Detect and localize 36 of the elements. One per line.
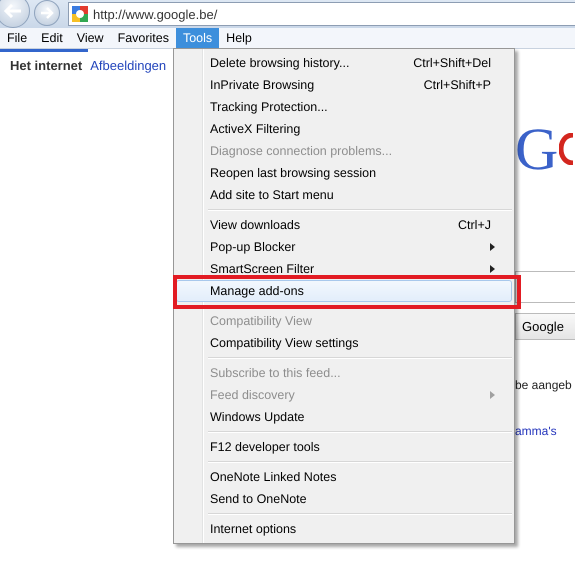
menu-item[interactable]: Compatibility View settings xyxy=(176,332,512,354)
logo-letter-fragment-icon xyxy=(559,133,574,165)
back-button[interactable] xyxy=(0,0,30,28)
search-field[interactable] xyxy=(515,271,575,303)
menu-item[interactable]: Windows Update xyxy=(176,406,512,428)
menu-item[interactable]: SmartScreen Filter xyxy=(176,258,512,280)
logo: G xyxy=(515,119,558,179)
forward-arrow-icon xyxy=(40,7,54,19)
site-favicon-icon xyxy=(72,6,88,22)
menu-bar-item[interactable]: File xyxy=(0,28,34,48)
menu-bar-item[interactable]: View xyxy=(70,28,111,48)
menu-bar-item[interactable]: Help xyxy=(219,28,259,48)
forward-button[interactable] xyxy=(34,0,60,26)
menu-item[interactable]: ActiveX Filtering xyxy=(176,118,512,140)
address-bar[interactable]: http://www.google.be/ xyxy=(68,2,575,26)
menu-item[interactable]: Add site to Start menu xyxy=(176,184,512,206)
search-category-link[interactable]: Het internet xyxy=(10,58,82,73)
menu-bar-item[interactable]: Edit xyxy=(34,28,70,48)
menu-item[interactable]: Send to OneNote xyxy=(176,488,512,510)
menu-item[interactable]: Delete browsing history... Ctrl+Shift+Del xyxy=(176,52,512,74)
menu-item[interactable]: Reopen last browsing session xyxy=(176,162,512,184)
page-text: be aangeb xyxy=(515,378,572,392)
menu-item[interactable]: Tracking Protection... xyxy=(176,96,512,118)
menu-bar-item[interactable]: Favorites xyxy=(110,28,176,48)
menu-item[interactable]: InPrivate Browsing Ctrl+Shift+P xyxy=(176,74,512,96)
menu-item[interactable]: Internet options xyxy=(176,518,512,540)
menu-item[interactable]: Pop-up Blocker xyxy=(176,236,512,258)
menu-item[interactable]: F12 developer tools xyxy=(176,436,512,458)
menu-item[interactable]: Manage add-ons xyxy=(176,280,512,302)
page-link[interactable]: amma's xyxy=(515,424,557,438)
url-text: http://www.google.be/ xyxy=(93,6,218,22)
back-arrow-icon xyxy=(4,4,22,18)
search-category-link[interactable]: Afbeeldingen xyxy=(90,58,166,73)
menu-item[interactable]: OneNote Linked Notes xyxy=(176,466,512,488)
search-button[interactable]: Google xyxy=(515,313,575,340)
menu-item[interactable]: View downloads Ctrl+J xyxy=(176,214,512,236)
